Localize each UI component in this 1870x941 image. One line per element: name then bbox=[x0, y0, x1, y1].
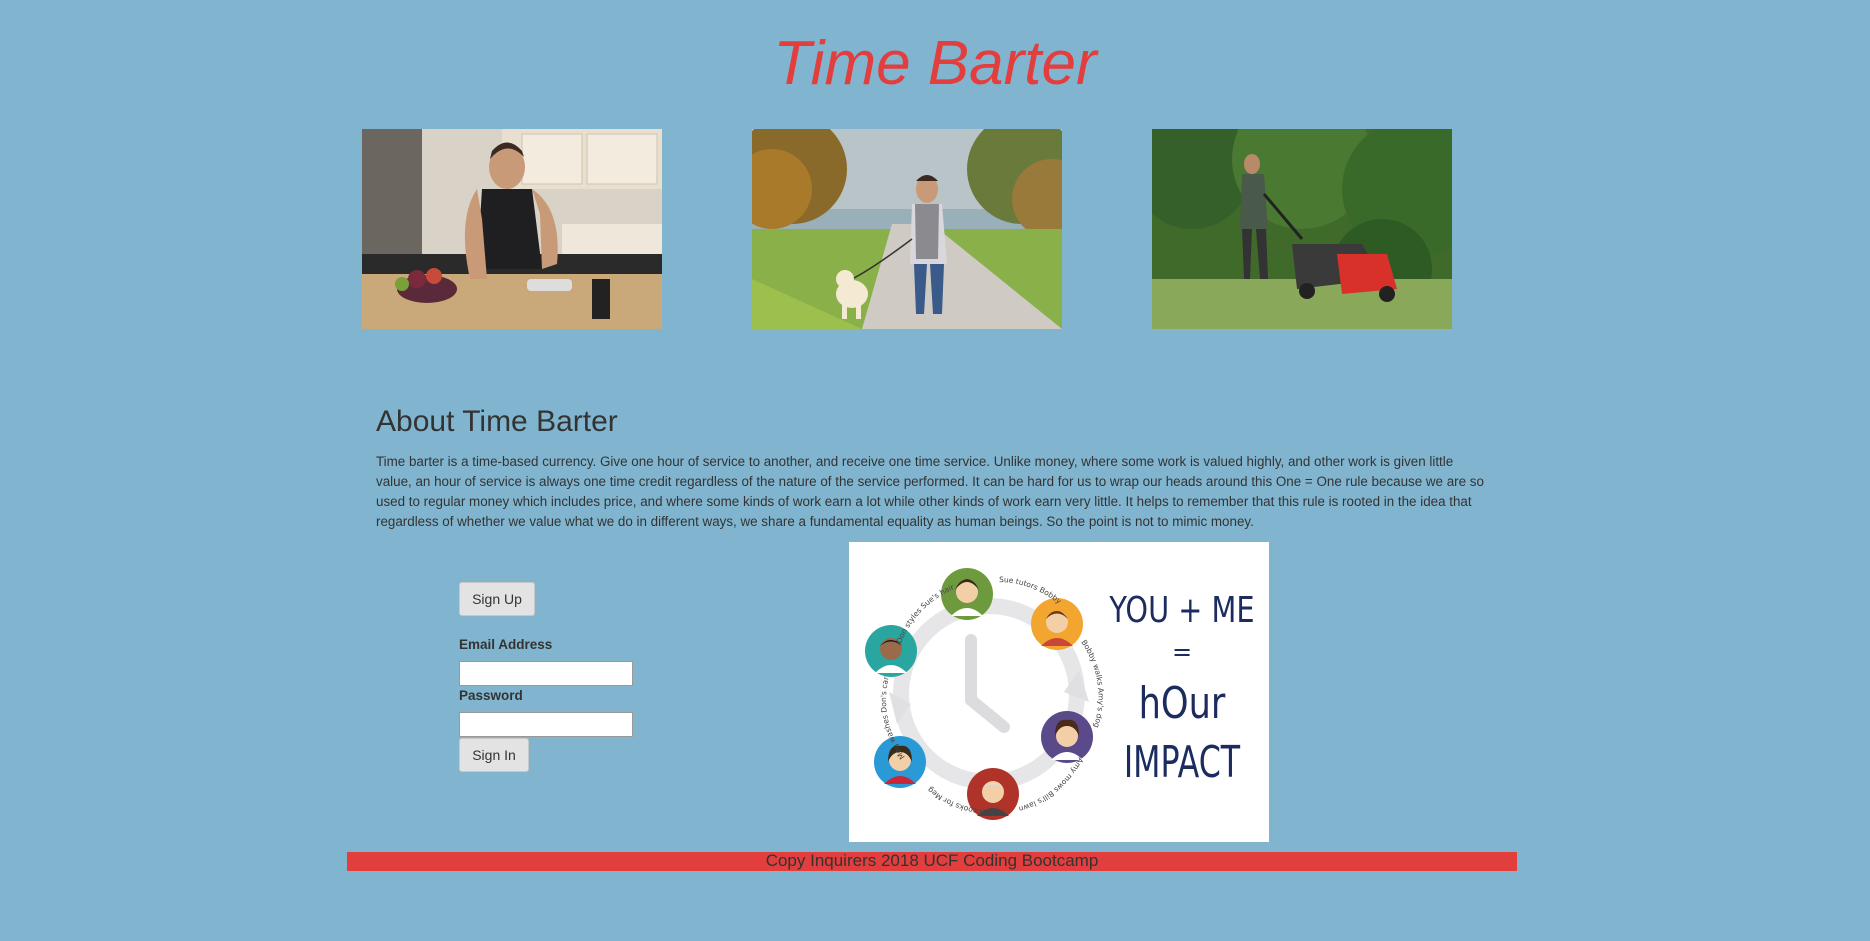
graphic-line-4: IMPACT bbox=[1124, 737, 1241, 789]
signin-button[interactable]: Sign In bbox=[459, 738, 529, 772]
password-field[interactable] bbox=[459, 712, 633, 737]
graphic-line-1: YOU + ME bbox=[1109, 589, 1255, 631]
person-don-icon bbox=[865, 625, 917, 677]
email-field[interactable] bbox=[459, 661, 633, 686]
dog-walking-photo bbox=[752, 129, 1062, 329]
lawn-mowing-photo bbox=[1152, 129, 1452, 329]
about-text: Time barter is a time-based currency. Gi… bbox=[376, 454, 1484, 529]
person-sue-icon bbox=[941, 568, 993, 620]
person-meg-icon bbox=[874, 736, 926, 788]
graphic-line-2: = bbox=[1172, 638, 1192, 666]
person-amy-icon bbox=[1041, 711, 1093, 763]
graphic-line-3: hOur bbox=[1139, 678, 1226, 729]
about-heading: About Time Barter bbox=[376, 405, 618, 438]
site-title: Time Barter bbox=[773, 29, 1097, 98]
password-label: Password bbox=[459, 688, 523, 703]
clock-minute-hand bbox=[965, 694, 1010, 733]
person-bobby-icon bbox=[1031, 598, 1083, 650]
hour-impact-graphic: Sue tutors Bobby Bobby walks Amy's dog A… bbox=[849, 542, 1269, 842]
page: Time Barter About Time Barter Time barte… bbox=[0, 0, 1870, 941]
email-label: Email Address bbox=[459, 637, 553, 652]
cooking-photo bbox=[362, 129, 662, 329]
signup-button[interactable]: Sign Up bbox=[459, 582, 535, 616]
footer: Copy Inquirers 2018 UCF Coding Bootcamp bbox=[347, 852, 1517, 871]
